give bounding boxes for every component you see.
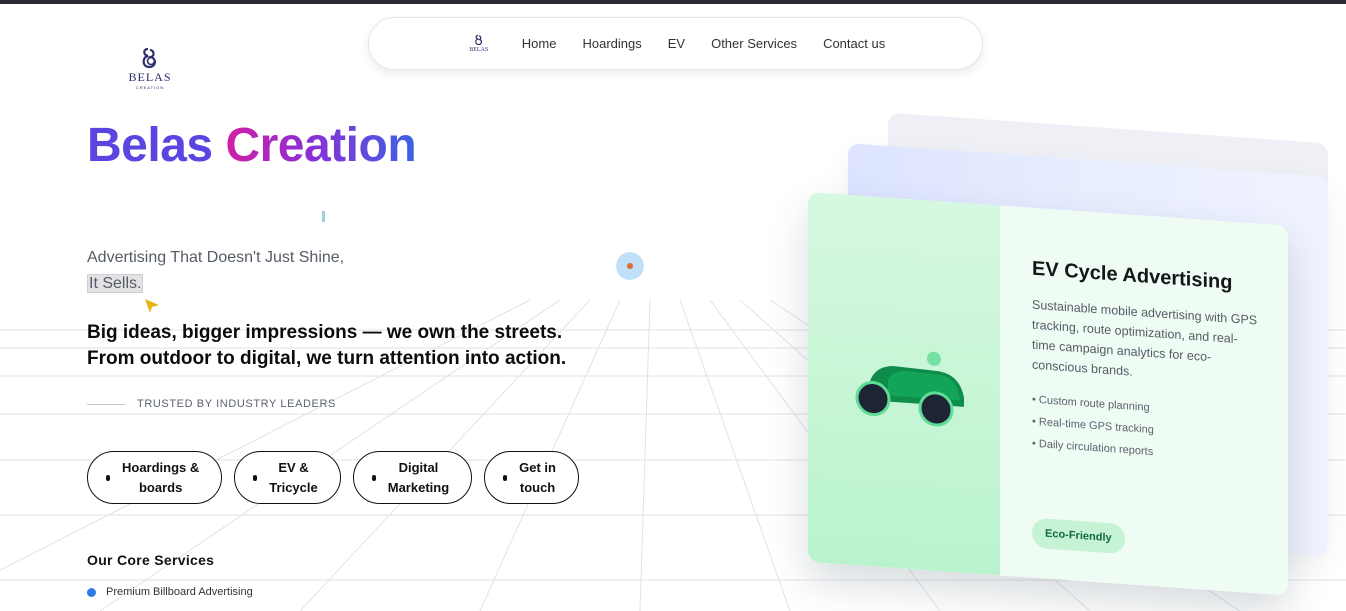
nav-logo-text: BELAS (469, 47, 489, 53)
nav-item-home[interactable]: Home (522, 36, 557, 51)
pill-bullet (253, 474, 258, 481)
pill-bullet (371, 474, 376, 481)
nav-item-hoardings[interactable]: Hoardings (582, 36, 641, 51)
brand-logo[interactable]: BELAS CREATION (122, 46, 178, 90)
hero-title-word1: Belas (87, 119, 213, 172)
pill-label: Hoardings & boards (122, 459, 200, 495)
cursor-arrow-icon (145, 299, 159, 313)
pill-hoardings-boards[interactable]: Hoardings & boards (87, 451, 223, 504)
pill-ev-tricycle[interactable]: EV & Tricycle (234, 451, 341, 504)
nav-item-contact[interactable]: Contact us (823, 36, 885, 51)
trusted-divider (87, 403, 125, 405)
core-service-label: Premium Billboard Advertising (106, 586, 253, 598)
nav-item-ev[interactable]: EV (668, 36, 685, 51)
pill-bullet (106, 474, 110, 481)
hero-tagline: Advertising That Doesn't Just Shine, It … (87, 245, 344, 297)
pill-label: EV & Tricycle (269, 459, 318, 495)
pill-digital-marketing[interactable]: Digital Marketing (352, 451, 473, 504)
trusted-text: TRUSTED BY INDUSTRY LEADERS (137, 398, 336, 410)
window-top-strip (0, 0, 1346, 4)
pill-get-in-touch[interactable]: Get in touch (484, 451, 579, 504)
card-title: EV Cycle Advertising (1032, 257, 1233, 294)
typing-caret (322, 211, 325, 222)
card-feature-list: • Custom route planning • Real-time GPS … (1032, 389, 1258, 471)
ev-car-icon (855, 351, 964, 427)
tagline-line1: Advertising That Doesn't Just Shine, (87, 249, 345, 266)
headline-line1: Big ideas, bigger impressions — we own t… (87, 322, 563, 343)
core-services-title: Our Core Services (87, 552, 215, 568)
hero-headline: Big ideas, bigger impressions — we own t… (87, 320, 566, 372)
headline-line2: From outdoor to digital, we turn attenti… (87, 348, 567, 369)
card-content: EV Cycle Advertising Sustainable mobile … (1000, 205, 1288, 596)
nav-item-other-services[interactable]: Other Services (711, 36, 797, 51)
hero-title-word2: Creation (225, 119, 417, 172)
belas-logo-icon (474, 34, 482, 46)
trusted-by-label: TRUSTED BY INDUSTRY LEADERS (87, 398, 336, 410)
belas-logo-icon (142, 47, 156, 69)
ev-service-card[interactable]: EV Cycle Advertising Sustainable mobile … (808, 192, 1288, 596)
pill-label: Get in touch (519, 459, 556, 495)
bullet-dot-icon (87, 587, 96, 597)
top-navbar: BELAS Home Hoardings EV Other Services C… (368, 17, 983, 70)
pill-label: Digital Marketing (387, 459, 450, 495)
floating-dot-decoration (616, 252, 644, 280)
logo-subtext: CREATION (135, 85, 165, 90)
core-service-item[interactable]: Premium Billboard Advertising (87, 586, 253, 598)
nav-logo[interactable]: BELAS (466, 31, 492, 57)
tagline-line2-highlight: It Sells. (87, 274, 144, 293)
service-pills: Hoardings & boards EV & Tricycle Digital Ma… (87, 451, 579, 504)
hero-title: Belas Creation (87, 118, 417, 173)
card-description: Sustainable mobile advertising with GPS … (1032, 297, 1258, 379)
card-illustration-panel (808, 192, 1000, 576)
logo-text: BELAS (128, 70, 172, 84)
pill-bullet (503, 474, 508, 481)
eco-friendly-badge: Eco-Friendly (1032, 517, 1125, 555)
